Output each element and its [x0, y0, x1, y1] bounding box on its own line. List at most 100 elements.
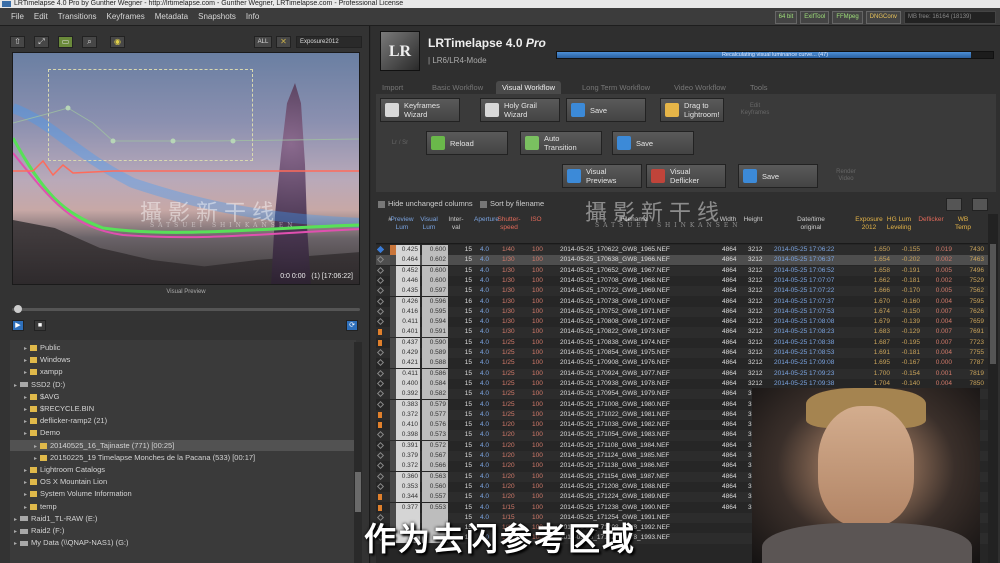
menu-snapshots[interactable]: Snapshots: [193, 8, 241, 26]
tree-item[interactable]: ▸ temp: [10, 501, 356, 512]
frame-marker-icon[interactable]: [376, 431, 385, 439]
table-scrollbar-thumb[interactable]: [990, 244, 996, 364]
frame-marker-icon[interactable]: [376, 441, 385, 449]
frame-marker-icon[interactable]: [376, 451, 385, 460]
table-row[interactable]: 60.4260.596164.01/301002014-05-25_170738…: [376, 296, 988, 307]
drag-to-lightroom-button[interactable]: Drag to Lightroom!: [660, 98, 724, 122]
tab-import[interactable]: Import: [376, 81, 409, 94]
frame-marker-icon[interactable]: [376, 462, 385, 470]
table-row[interactable]: 110.4290.589154.01/251002014-05-25_17085…: [376, 348, 988, 359]
table-scrollbar[interactable]: [988, 214, 998, 563]
curve-toggle-icon[interactable]: ✕: [276, 36, 291, 48]
frame-marker-icon[interactable]: [376, 307, 385, 315]
column-header[interactable]: Exposure 2012: [854, 216, 884, 231]
column-header[interactable]: Visual Lum: [416, 216, 442, 231]
column-header[interactable]: Aperture: [474, 216, 499, 224]
table-row[interactable]: 90.4010.591154.01/301002014-05-25_170822…: [376, 327, 988, 338]
frame-marker-icon[interactable]: [378, 494, 382, 501]
keyframe-icon[interactable]: [376, 245, 385, 254]
preview-timeline-slider[interactable]: [12, 303, 360, 315]
menu-metadata[interactable]: Metadata: [150, 8, 193, 26]
tree-item[interactable]: ▸ Windows: [10, 354, 356, 365]
frame-marker-icon[interactable]: [376, 276, 385, 284]
visual-deflicker-button[interactable]: Visual Deflicker: [646, 164, 726, 188]
frame-marker-icon[interactable]: [376, 379, 385, 387]
visual-preview[interactable]: 0:0 0:00 (1) [17:06:22]: [12, 52, 360, 285]
keyframes-wizard-button[interactable]: Keyframes Wizard: [380, 98, 460, 122]
table-row[interactable]: 80.4110.594154.01/301002014-05-25_170808…: [376, 317, 988, 328]
column-header[interactable]: Deflicker: [916, 216, 946, 224]
tree-item[interactable]: ▸ 20150225_19 Timelapse Monches de la Pac…: [10, 452, 356, 463]
table-row[interactable]: 130.4110.586154.01/251002014-05-25_17092…: [376, 368, 988, 379]
deflicker-reference-area[interactable]: [48, 69, 253, 161]
preview-mode-icon[interactable]: ▭: [58, 36, 73, 48]
table-row[interactable]: 120.4210.588154.01/251002014-05-25_17090…: [376, 358, 988, 369]
menu-info[interactable]: Info: [241, 8, 264, 26]
tree-item[interactable]: ▸ SSD2 (D:): [10, 379, 356, 390]
refresh-icon[interactable]: ⟳: [346, 320, 358, 331]
auto-transition-button[interactable]: Auto Transition: [520, 131, 602, 155]
frame-marker-icon[interactable]: [376, 369, 385, 377]
tab-video-workflow[interactable]: Video Workflow: [668, 81, 732, 94]
frame-marker-icon[interactable]: [376, 348, 385, 357]
table-settings-icon[interactable]: [972, 198, 988, 211]
tree-scrollbar-thumb[interactable]: [355, 472, 361, 512]
stop-icon[interactable]: ■: [34, 320, 46, 331]
reload-button[interactable]: Reload: [426, 131, 508, 155]
frame-marker-icon[interactable]: [376, 318, 385, 326]
holy-grail-wizard-button[interactable]: Holy Grail Wizard: [480, 98, 560, 122]
tree-item[interactable]: ▸ Lightroom Catalogs: [10, 464, 356, 475]
timeline-knob[interactable]: [14, 305, 22, 313]
frame-marker-icon[interactable]: [376, 359, 385, 367]
tab-long-term-workflow[interactable]: Long Term Workflow: [576, 81, 656, 94]
frame-marker-icon[interactable]: [378, 504, 382, 511]
table-row[interactable]: 100.4370.590154.01/251002014-05-25_17083…: [376, 337, 988, 348]
fullscreen-icon[interactable]: ⤢: [34, 36, 49, 48]
frame-marker-icon[interactable]: [376, 390, 385, 398]
frame-marker-icon[interactable]: [378, 329, 382, 336]
frame-marker-icon[interactable]: [376, 266, 385, 274]
table-row[interactable]: 40.4460.600154.01/301002014-05-25_170708…: [376, 275, 988, 286]
save-button[interactable]: Save: [612, 131, 694, 155]
eye-icon[interactable]: ◉: [110, 36, 125, 48]
frame-marker-icon[interactable]: [376, 287, 385, 295]
tab-visual-workflow[interactable]: Visual Workflow: [496, 81, 562, 94]
column-header[interactable]: WB Temp: [948, 216, 978, 231]
tab-basic-workflow[interactable]: Basic Workflow: [426, 81, 489, 94]
table-row[interactable]: 10.4250.600154.01/401002014-05-25_170622…: [376, 245, 988, 256]
frame-marker-icon[interactable]: [376, 400, 385, 408]
table-row[interactable]: 20.4640.602154.01/301002014-05-25_170638…: [376, 255, 988, 266]
folder-up-icon[interactable]: ⇧: [10, 36, 25, 48]
tab-tools[interactable]: Tools: [744, 81, 774, 94]
frame-marker-icon[interactable]: [376, 472, 385, 480]
tree-item[interactable]: ▸ $AVG: [10, 391, 356, 402]
zoom-icon[interactable]: ⌕: [82, 36, 97, 48]
frame-marker-icon[interactable]: [376, 297, 385, 305]
save-button[interactable]: Save: [566, 98, 646, 122]
play-icon[interactable]: ▶: [12, 320, 24, 331]
table-row[interactable]: 50.4350.597154.01/301002014-05-25_170722…: [376, 286, 988, 297]
tree-item[interactable]: ▸ $RECYCLE.BIN: [10, 403, 356, 414]
column-header[interactable]: ISO: [526, 216, 546, 224]
sort-by-filename-option[interactable]: Sort by filename: [480, 199, 544, 208]
menu-file[interactable]: File: [6, 8, 29, 26]
menu-edit[interactable]: Edit: [29, 8, 53, 26]
table-row[interactable]: 70.4160.595154.01/301002014-05-25_170752…: [376, 306, 988, 317]
tree-item[interactable]: ▸ 20140525_16_Tajinaste (771) [00:25]: [10, 439, 356, 451]
table-export-icon[interactable]: [946, 198, 962, 211]
tree-item[interactable]: ▸ OS X Mountain Lion: [10, 476, 356, 487]
frame-marker-icon[interactable]: [378, 411, 382, 418]
tree-item[interactable]: ▸ Public: [10, 342, 356, 353]
tree-item[interactable]: ▸ xampp: [10, 366, 356, 377]
tree-item[interactable]: ▸ System Volume Information: [10, 488, 356, 499]
column-header[interactable]: HG Lum Leveling: [884, 216, 914, 231]
menu-keyframes[interactable]: Keyframes: [102, 8, 150, 26]
save-button[interactable]: Save: [738, 164, 818, 188]
column-header[interactable]: Date/time original: [768, 216, 854, 231]
all-button[interactable]: ALL: [254, 36, 272, 48]
visual-previews-button[interactable]: Visual Previews: [562, 164, 642, 188]
exposure-select[interactable]: Exposure2012: [296, 36, 362, 48]
menu-transitions[interactable]: Transitions: [53, 8, 102, 26]
frame-marker-icon[interactable]: [376, 482, 385, 490]
tree-item[interactable]: ▸ deflicker-ramp2 (21): [10, 415, 356, 426]
